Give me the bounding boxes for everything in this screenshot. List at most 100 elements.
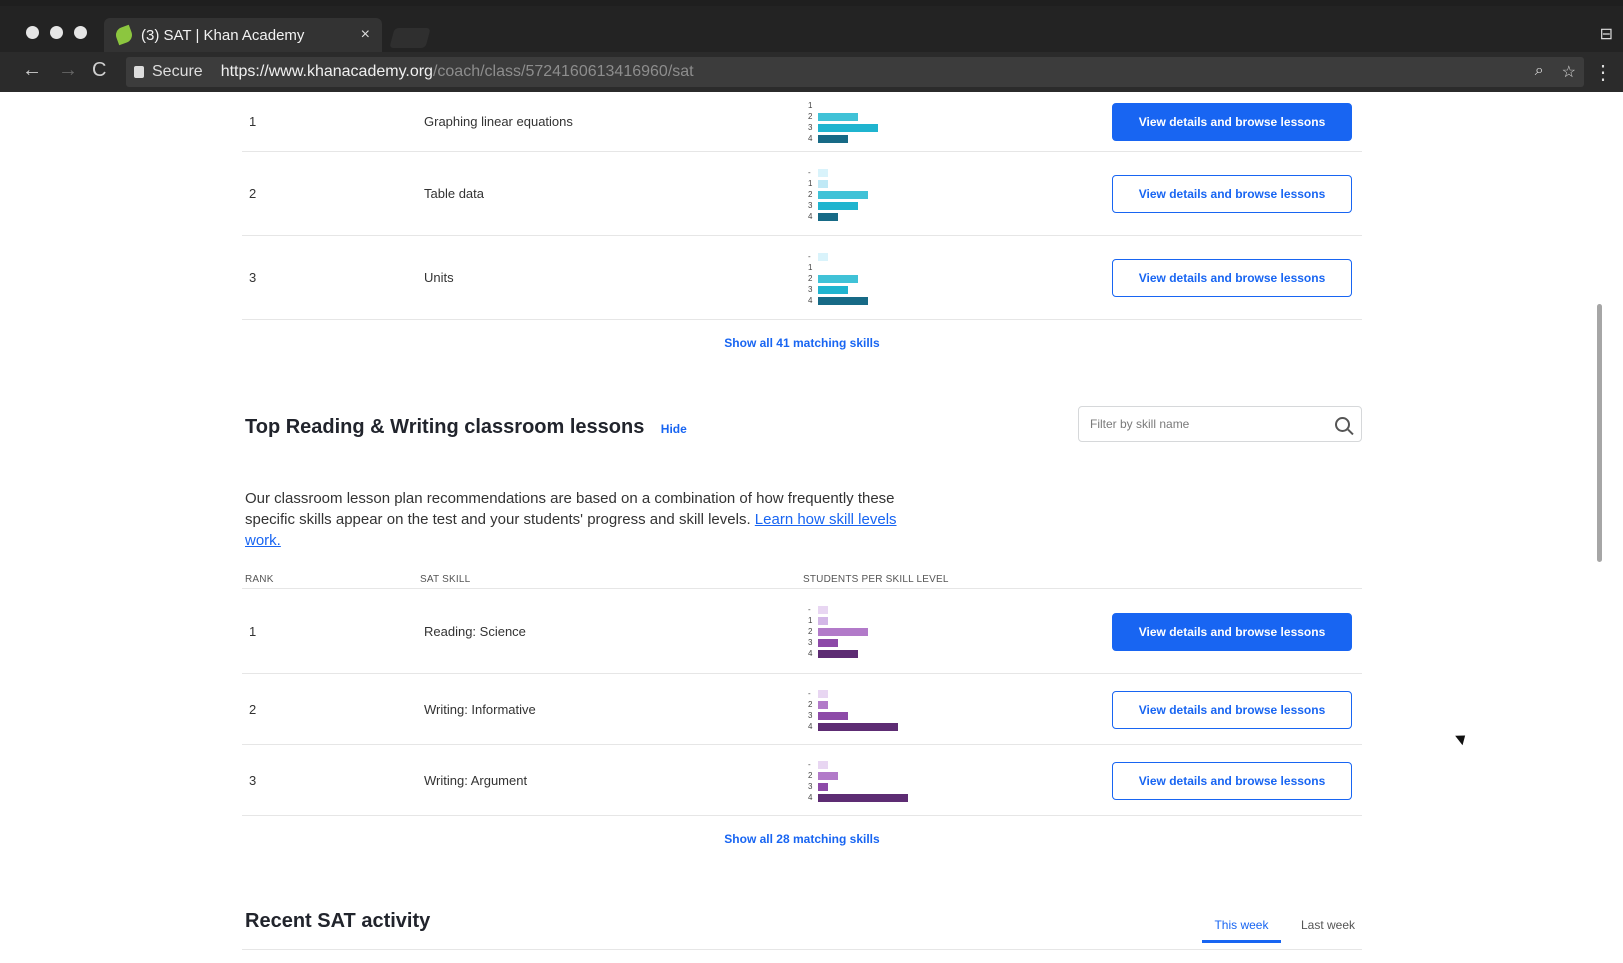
skill-name: Units xyxy=(424,270,454,285)
table-row: 2 Writing: Informative -2 3 4 View details an… xyxy=(242,674,1362,745)
bar xyxy=(818,190,868,199)
bar-level-label: 1 xyxy=(808,262,813,272)
bar xyxy=(818,628,868,636)
students-column-header: STUDENTS PER SKILL LEVEL xyxy=(803,574,949,585)
bar xyxy=(818,201,858,210)
bar xyxy=(818,700,828,709)
bar-level-label: 3 xyxy=(808,200,813,210)
tab-strip: (3) SAT | Khan Academy × ⊟ xyxy=(0,6,1623,52)
bar xyxy=(818,113,858,121)
rank-cell: 3 xyxy=(249,772,257,788)
bar xyxy=(818,689,828,698)
bar-level-label: 2 xyxy=(808,699,813,709)
rank-cell: 3 xyxy=(249,270,257,285)
new-tab-button[interactable] xyxy=(389,28,431,48)
bar xyxy=(818,274,858,283)
secure-label: Secure xyxy=(152,63,203,80)
bar-level-label: 4 xyxy=(808,792,813,802)
filter-placeholder: Filter by skill name xyxy=(1090,417,1190,431)
reload-icon[interactable]: C xyxy=(92,59,106,82)
bar-level-label: - xyxy=(808,251,811,261)
zoom-icon[interactable]: ⌕ xyxy=(1535,62,1544,82)
page-scrollbar[interactable] xyxy=(1597,304,1602,562)
bar xyxy=(818,617,828,625)
bar-level-label: 2 xyxy=(808,189,813,199)
browser-tab[interactable]: (3) SAT | Khan Academy × xyxy=(104,18,382,52)
tab-this-week[interactable]: This week xyxy=(1201,918,1281,943)
table-header: RANK SAT SKILL STUDENTS PER SKILL LEVEL xyxy=(242,559,1362,589)
view-details-button[interactable]: View details and browse lessons xyxy=(1112,690,1352,729)
skill-filter-input[interactable]: Filter by skill name xyxy=(1078,406,1362,442)
bar-level-label: 3 xyxy=(808,284,813,294)
bar xyxy=(818,296,868,305)
tab-last-week[interactable]: Last week xyxy=(1301,918,1355,943)
show-all-reading-link[interactable]: Show all 28 matching skills xyxy=(242,832,1362,846)
bar xyxy=(818,168,828,177)
address-bar[interactable]: Secure https://www.khanacademy.org /coac… xyxy=(126,57,1584,87)
skill-name: Table data xyxy=(424,186,484,201)
reading-description: Our classroom lesson plan recommendation… xyxy=(245,488,915,551)
rank-cell: 1 xyxy=(249,623,257,639)
bar-level-label: 2 xyxy=(808,627,813,636)
recent-activity-title: Recent SAT activity xyxy=(245,910,431,932)
table-row: 3 Units -1 2 3 4 View details and browse lesso… xyxy=(242,236,1362,320)
khan-leaf-icon xyxy=(113,24,135,46)
bar xyxy=(818,650,858,658)
recent-header: Recent SAT activity This week Last week xyxy=(242,890,1362,950)
bar-level-label: 3 xyxy=(808,123,813,132)
bar xyxy=(818,135,848,143)
bar-level-label: 2 xyxy=(808,770,813,780)
reading-lessons-table: 1 Reading: Science -1 2 3 4 View details and b… xyxy=(242,589,1362,816)
table-row: 1 Graphing linear equations 1 2 3 4 View detai… xyxy=(242,92,1362,152)
view-details-button[interactable]: View details and browse lessons xyxy=(1112,175,1352,213)
minimize-window-icon[interactable] xyxy=(50,26,63,39)
skill-name: Graphing linear equations xyxy=(424,114,573,129)
hide-link[interactable]: Hide xyxy=(661,422,687,436)
forward-icon[interactable]: → xyxy=(58,59,78,82)
window-controls[interactable] xyxy=(26,26,87,39)
table-row: 2 Table data -1 2 3 4 View details and browse … xyxy=(242,152,1362,236)
skill-name: Writing: Argument xyxy=(424,772,528,788)
bar xyxy=(818,722,898,731)
url-host[interactable]: https://www.khanacademy.org xyxy=(221,63,433,81)
lock-icon xyxy=(134,66,144,78)
maximize-window-icon[interactable] xyxy=(74,26,87,39)
table-row: 3 Writing: Argument -2 3 4 View details and b… xyxy=(242,745,1362,816)
view-details-button[interactable]: View details and browse lessons xyxy=(1112,612,1352,651)
bookmark-star-icon[interactable]: ☆ xyxy=(1562,62,1576,82)
bar-level-label: - xyxy=(808,605,811,614)
bar-level-label: 4 xyxy=(808,721,813,731)
url-path[interactable]: /coach/class/5724160613416960/sat xyxy=(433,63,694,81)
view-details-button[interactable]: View details and browse lessons xyxy=(1112,103,1352,141)
skill-name: Writing: Informative xyxy=(424,701,536,717)
bar-level-label: 4 xyxy=(808,211,813,221)
close-window-icon[interactable] xyxy=(26,26,39,39)
bar-level-label: 3 xyxy=(808,781,813,791)
browser-chrome: (3) SAT | Khan Academy × ⊟ ← → C Secure … xyxy=(0,0,1623,92)
back-icon[interactable]: ← xyxy=(22,59,42,82)
bar-level-label: - xyxy=(808,759,811,769)
bar-level-label: 1 xyxy=(808,178,813,188)
browser-menu-icon[interactable]: ⋮ xyxy=(1593,60,1613,85)
tab-title: (3) SAT | Khan Academy xyxy=(141,26,305,44)
bar xyxy=(818,606,828,614)
browser-toolbar: ← → C Secure https://www.khanacademy.org… xyxy=(0,52,1623,92)
profile-icon[interactable]: ⊟ xyxy=(1600,24,1613,44)
week-tabs: This week Last week xyxy=(1201,918,1355,943)
close-tab-icon[interactable]: × xyxy=(361,26,370,44)
bar xyxy=(818,760,828,769)
bar-level-label: 1 xyxy=(808,616,813,625)
table-row: 1 Reading: Science - 1 2 3 4 View details and b… xyxy=(242,589,1362,674)
reading-section-title: Top Reading & Writing classroom lessons xyxy=(245,416,645,438)
view-details-button[interactable]: View details and browse lessons xyxy=(1112,259,1352,297)
bar xyxy=(818,179,828,188)
show-all-math-link[interactable]: Show all 41 matching skills xyxy=(242,336,1362,350)
search-icon[interactable] xyxy=(1335,416,1350,432)
bar xyxy=(818,771,838,780)
skill-name: Reading: Science xyxy=(424,623,526,639)
bar xyxy=(818,793,908,802)
bar-level-label: 3 xyxy=(808,710,813,720)
view-details-button[interactable]: View details and browse lessons xyxy=(1112,761,1352,800)
rank-column-header: RANK xyxy=(245,574,274,585)
bar xyxy=(818,285,848,294)
